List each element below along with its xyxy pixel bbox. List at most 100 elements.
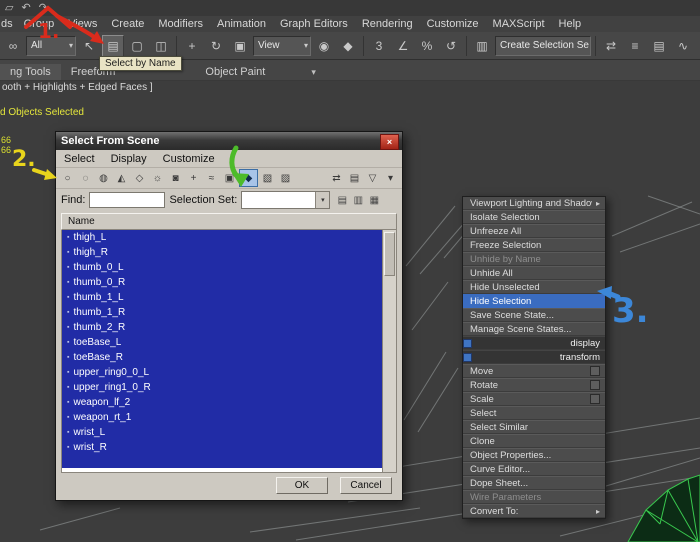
curve-editor-icon[interactable]: ∿ — [672, 35, 694, 57]
ribbon-overflow-icon[interactable]: ▾ — [305, 65, 322, 80]
name-column-header[interactable]: Name — [61, 213, 397, 230]
display-helpers-icon[interactable]: + — [185, 170, 202, 186]
menu-animation[interactable]: Animation — [210, 18, 273, 30]
display-bones-icon[interactable]: ◆ — [239, 169, 258, 187]
context-menu-item-freeze-selection[interactable]: Freeze Selection — [463, 238, 605, 252]
chevron-down-icon[interactable] — [315, 192, 330, 208]
menu-help[interactable]: Help — [552, 18, 589, 30]
select-and-move-icon[interactable]: + — [181, 35, 203, 57]
selection-filter-combo[interactable]: All — [26, 35, 76, 56]
quad-settings-box-icon[interactable] — [590, 366, 600, 376]
dialog-menu-select[interactable]: Select — [56, 153, 103, 165]
menu-views[interactable]: Views — [61, 18, 104, 30]
bind-to-space-warp-icon[interactable]: ∞ — [2, 35, 24, 57]
context-menu-item-scale[interactable]: Scale — [463, 392, 605, 406]
display-lights-icon[interactable]: ☼ — [149, 170, 166, 186]
schematic-view-icon[interactable]: ⊞ — [696, 35, 700, 57]
list-item[interactable]: ▪ toeBase_R — [62, 350, 382, 365]
display-none-icon[interactable]: ◌ — [77, 170, 94, 186]
select-and-rotate-icon[interactable]: ↻ — [205, 35, 227, 57]
list-item[interactable]: ▪ wrist_L — [62, 425, 382, 440]
list-scrollbar[interactable] — [382, 230, 396, 472]
context-menu-item-isolate-selection[interactable]: Isolate Selection — [463, 210, 605, 224]
select-and-scale-icon[interactable]: ▣ — [229, 35, 251, 57]
dialog-titlebar[interactable]: Select From Scene × — [56, 132, 402, 150]
context-menu-item-select-similar[interactable]: Select Similar — [463, 420, 605, 434]
display-invert-icon[interactable]: ◍ — [95, 170, 112, 186]
context-menu-item-object-properties[interactable]: Object Properties... — [463, 448, 605, 462]
list-item[interactable]: ▪ thumb_1_L — [62, 290, 382, 305]
context-menu-item-rotate[interactable]: Rotate — [463, 378, 605, 392]
window-crossing-icon[interactable]: ◫ — [150, 35, 172, 57]
display-geometry-icon[interactable]: ◭ — [113, 170, 130, 186]
context-menu-item-save-scene-state[interactable]: Save Scene State... — [463, 308, 605, 322]
display-cameras-icon[interactable]: ◙ — [167, 170, 184, 186]
ribbon-tab-ng-tools[interactable]: ng Tools — [0, 64, 61, 80]
display-space-warps-icon[interactable]: ≈ — [203, 170, 220, 186]
filter-icon[interactable]: ▽ — [364, 170, 381, 186]
context-menu-item-curve-editor[interactable]: Curve Editor... — [463, 462, 605, 476]
ribbon-tab-object-paint[interactable]: Object Paint — [195, 64, 275, 80]
create-named-set-icon[interactable]: ▤ — [334, 193, 350, 208]
remove-from-set-icon[interactable]: ▦ — [366, 193, 382, 208]
angle-snap-toggle-icon[interactable]: ∠ — [392, 35, 414, 57]
select-by-name-icon[interactable]: ▤ — [102, 34, 124, 57]
menu-rendering[interactable]: Rendering — [355, 18, 420, 30]
edit-named-selection-sets-icon[interactable]: ▥ — [471, 35, 493, 57]
context-menu-item-clone[interactable]: Clone — [463, 434, 605, 448]
select-and-manipulate-icon[interactable]: ◆ — [337, 35, 359, 57]
cancel-button[interactable]: Cancel — [340, 477, 392, 494]
list-item[interactable]: ▪ upper_ring0_0_L — [62, 365, 382, 380]
menu-customize[interactable]: Customize — [420, 18, 486, 30]
find-input[interactable] — [89, 192, 166, 208]
context-menu-item-hide-unselected[interactable]: Hide Unselected — [463, 280, 605, 294]
list-item[interactable]: ▪ weapon_rt_1 — [62, 410, 382, 425]
new-scene-icon[interactable]: ▱ — [5, 0, 13, 16]
context-menu-item-unfreeze-all[interactable]: Unfreeze All — [463, 224, 605, 238]
list-item[interactable]: ▪ thumb_0_R — [62, 275, 382, 290]
menu-maxscript[interactable]: MAXScript — [486, 18, 552, 30]
dialog-menu-display[interactable]: Display — [103, 153, 155, 165]
menu-ds[interactable]: ds — [0, 18, 17, 30]
undo-icon[interactable]: ↶ — [21, 0, 30, 16]
context-menu-item-viewport-lighting-and-shadows[interactable]: Viewport Lighting and Shadows ▸ — [463, 197, 605, 210]
list-item[interactable]: ▪ toeBase_L — [62, 335, 382, 350]
quad-settings-box-icon[interactable] — [590, 394, 600, 404]
context-menu-item-manage-scene-states[interactable]: Manage Scene States... — [463, 322, 605, 336]
ok-button[interactable]: OK — [276, 477, 328, 494]
percent-snap-toggle-icon[interactable]: % — [416, 35, 438, 57]
list-item[interactable]: ▪ thigh_R — [62, 245, 382, 260]
use-pivot-point-center-icon[interactable]: ◉ — [313, 35, 335, 57]
scrollbar-thumb[interactable] — [384, 232, 395, 276]
list-item[interactable]: ▪ thumb_1_R — [62, 305, 382, 320]
rectangular-selection-region-icon[interactable]: ▢ — [126, 35, 148, 57]
list-item[interactable]: ▪ weapon_lf_2 — [62, 395, 382, 410]
redo-icon[interactable]: ↷ — [39, 0, 48, 16]
list-item[interactable]: ▪ thumb_0_L — [62, 260, 382, 275]
menu-modifiers[interactable]: Modifiers — [151, 18, 210, 30]
show-columns-icon[interactable]: ▤ — [346, 170, 363, 186]
named-selection-sets-combo[interactable]: Create Selection Se — [495, 35, 591, 56]
list-item[interactable]: ▪ upper_ring1_0_R — [62, 380, 382, 395]
list-item[interactable]: ▪ thigh_L — [62, 230, 382, 245]
viewport-shading-label[interactable]: ooth + Highlights + Edged Faces ] — [2, 82, 153, 93]
select-object-icon[interactable]: ↖ — [78, 35, 100, 57]
list-item[interactable]: ▪ thumb_2_R — [62, 320, 382, 335]
snap-toggle-3d-icon[interactable]: 3 — [368, 35, 390, 57]
menu-graph-editors[interactable]: Graph Editors — [273, 18, 355, 30]
context-menu-item-select[interactable]: Select — [463, 406, 605, 420]
mirror-icon[interactable]: ⇄ — [600, 35, 622, 57]
menu-create[interactable]: Create — [104, 18, 151, 30]
display-shapes-icon[interactable]: ◇ — [131, 170, 148, 186]
display-hidden-icon[interactable]: ▨ — [277, 170, 294, 186]
filter-dropdown-icon[interactable]: ▾ — [382, 170, 399, 186]
context-menu-item-move[interactable]: Move — [463, 364, 605, 378]
display-groups-icon[interactable]: ▣ — [221, 170, 238, 186]
display-frozen-icon[interactable]: ▧ — [259, 170, 276, 186]
context-menu-item-unhide-all[interactable]: Unhide All — [463, 266, 605, 280]
quad-settings-box-icon[interactable] — [590, 380, 600, 390]
layer-manager-icon[interactable]: ▤ — [648, 35, 670, 57]
sync-selection-icon[interactable]: ⇄ — [328, 170, 345, 186]
close-icon[interactable]: × — [380, 134, 399, 150]
context-menu-item-dope-sheet[interactable]: Dope Sheet... — [463, 476, 605, 490]
